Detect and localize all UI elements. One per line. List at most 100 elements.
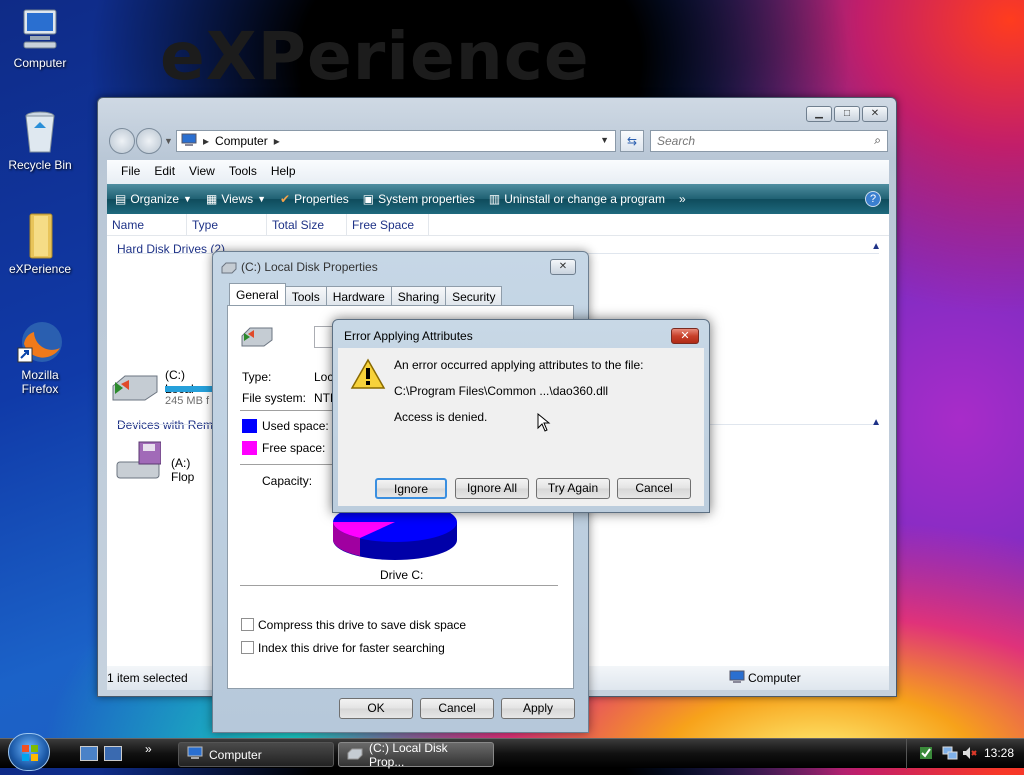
chevron-down-icon: ▼ [183,194,192,204]
command-toolbar: ▤ Organize ▼ ▦ Views ▼ ✔ Properties ▣ Sy… [107,184,889,214]
properties-tabs: General Tools Hardware Sharing Security [229,283,503,307]
maximize-button[interactable]: □ [834,106,860,122]
chevron-down-icon: ▼ [257,194,267,204]
drive-a-item[interactable]: (A:) Flop [109,438,215,484]
type-label: Type: [242,370,272,384]
apply-button[interactable]: Apply [501,698,575,719]
desktop-icon-recycle-bin[interactable]: Recycle Bin [0,108,80,172]
refresh-button[interactable]: ⇆ [620,130,644,152]
properties-label: Properties [294,192,349,206]
taskbar-button-properties[interactable]: (C:) Local Disk Prop... [338,741,494,769]
tab-security[interactable]: Security [445,286,503,307]
desktop-icon-firefox[interactable]: Mozilla Firefox [0,318,80,396]
tab-general[interactable]: General [229,283,286,307]
system-properties-button[interactable]: ▣ System properties [363,192,475,206]
menu-edit[interactable]: Edit [154,164,175,180]
menu-file[interactable]: File [121,164,140,180]
column-name[interactable]: Name [107,214,187,235]
organize-button[interactable]: ▤ Organize ▼ [115,192,192,206]
computer-small-icon [187,746,203,763]
column-free-space[interactable]: Free Space [347,214,429,235]
recent-pages-dropdown-icon[interactable]: ▼ [164,136,173,146]
drive-small-icon [221,260,237,277]
compress-drive-checkbox[interactable] [241,618,254,631]
switch-windows-icon[interactable] [104,746,122,761]
compress-drive-label[interactable]: Compress this drive to save disk space [258,618,466,632]
system-properties-icon: ▣ [362,192,375,206]
close-button[interactable]: ✕ [862,106,888,122]
tray-divider [906,739,907,769]
address-dropdown-icon[interactable]: ▼ [600,135,609,145]
collapse-group-icon[interactable]: ▲ [871,417,881,428]
error-dialog: Error Applying Attributes ✕ An error occ… [332,319,710,513]
cancel-button[interactable]: Cancel [420,698,494,719]
drive-c-item[interactable]: (C:) Local 245 MB f [109,360,215,410]
search-icon[interactable]: ⌕ [874,133,881,148]
column-type[interactable]: Type [187,214,267,235]
index-drive-label[interactable]: Index this drive for faster searching [258,641,445,655]
search-input[interactable]: Search ⌕ [650,130,888,152]
computer-small-icon [181,133,197,150]
tab-tools[interactable]: Tools [284,286,327,307]
properties-button[interactable]: ✔ Properties [280,192,349,206]
firefox-icon [16,318,64,366]
views-button[interactable]: ▦ Views ▼ [206,192,266,206]
used-space-swatch [242,419,257,433]
taskbar-button-computer[interactable]: Computer [178,742,334,767]
uninstall-icon: ▥ [488,192,501,206]
try-again-button[interactable]: Try Again [536,478,610,499]
windows-logo-icon [22,745,38,761]
free-space-swatch [242,441,257,455]
address-bar[interactable]: ▸ Computer ▸ ▼ [176,130,616,152]
collapse-group-icon[interactable]: ▲ [871,241,881,252]
views-icon: ▦ [205,192,218,206]
recycle-bin-icon [16,108,64,156]
desktop-icon-experience[interactable]: eXPerience [0,212,80,276]
file-system-label: File system: [242,391,307,405]
uninstall-button[interactable]: ▥ Uninstall or change a program [489,192,665,206]
forward-button[interactable] [136,128,162,154]
system-clock[interactable]: 13:28 [984,746,1014,760]
breadcrumb-computer[interactable]: Computer [215,134,268,148]
desktop-watermark: eXPerience [160,18,590,95]
close-button[interactable]: ✕ [671,328,699,344]
breadcrumb-separator-icon[interactable]: ▸ [274,134,280,148]
volume-muted-icon[interactable] [961,745,977,764]
menu-view[interactable]: View [189,164,215,180]
tab-hardware[interactable]: Hardware [325,286,392,307]
ok-button[interactable]: OK [339,698,413,719]
toolbar-overflow-button[interactable]: » [679,192,686,206]
ignore-button[interactable]: Ignore [375,478,447,499]
close-button[interactable]: ✕ [550,259,576,275]
capacity-label: Capacity: [262,474,313,488]
desktop-icon-label-line1: Mozilla [21,368,59,382]
security-center-icon[interactable] [918,745,934,764]
network-icon[interactable] [942,745,958,764]
help-icon[interactable]: ? [865,191,881,207]
menu-help[interactable]: Help [271,164,296,180]
system-properties-label: System properties [378,192,475,206]
divider [240,464,346,465]
cancel-button[interactable]: Cancel [617,478,691,499]
minimize-button[interactable]: ▁ [806,106,832,122]
checkmark-icon: ✔ [280,192,291,206]
tab-sharing[interactable]: Sharing [390,286,447,307]
used-space-label: Used space: [262,419,329,433]
quick-launch-overflow[interactable]: » [145,742,152,756]
mouse-cursor-icon [537,412,551,436]
menu-tools[interactable]: Tools [229,164,257,180]
back-button[interactable] [109,128,135,154]
drive-name-label: Drive C: [380,568,424,582]
index-drive-checkbox[interactable] [241,641,254,654]
desktop-icon-computer[interactable]: Computer [0,6,80,70]
status-location-text: Computer [748,671,801,685]
drive-a-label: (A:) Flop [171,456,195,484]
show-desktop-icon[interactable] [80,746,98,761]
hard-drive-icon [111,372,159,405]
column-headers: Name Type Total Size Free Space [107,214,889,236]
ignore-all-button[interactable]: Ignore All [455,478,529,499]
type-value: Loc [314,370,334,384]
start-button[interactable] [8,733,50,771]
error-file-path: C:\Program Files\Common ...\dao360.dll [394,384,609,398]
column-total-size[interactable]: Total Size [267,214,347,235]
